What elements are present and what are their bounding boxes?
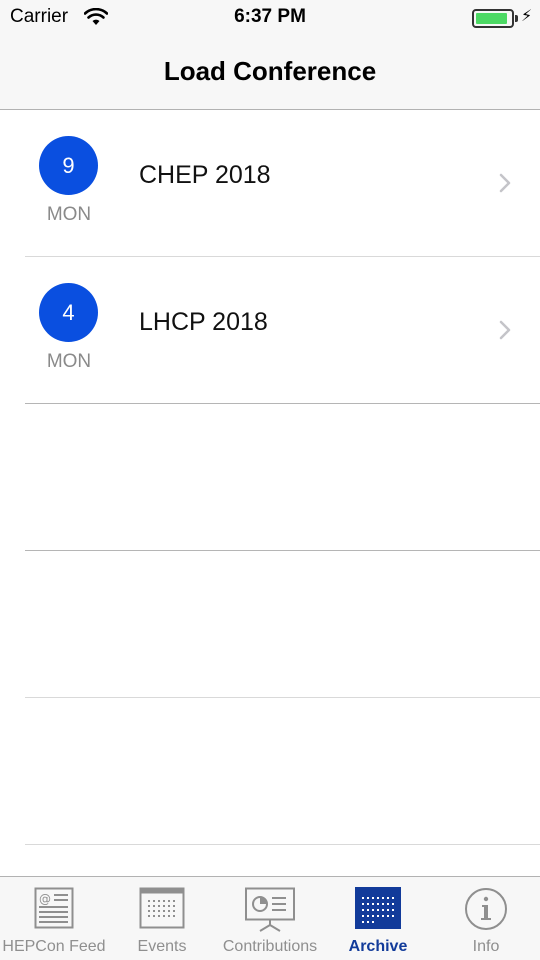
battery-icon: [472, 9, 514, 28]
empty-row: [0, 404, 540, 551]
navigation-bar: Load Conference: [0, 40, 540, 110]
tab-archive[interactable]: Archive: [324, 877, 432, 960]
info-icon: [465, 888, 507, 930]
tab-label: Archive: [348, 938, 408, 955]
date-badge: 4: [39, 283, 98, 342]
charging-bolt-icon: ⚡: [521, 8, 533, 25]
tab-label: HEPCon Feed: [2, 938, 106, 955]
archive-calendar-icon: [355, 887, 401, 929]
conference-row-lhcp[interactable]: 4 MON LHCP 2018: [0, 257, 540, 404]
status-bar: Carrier 6:37 PM ⚡: [0, 0, 540, 40]
tab-contributions[interactable]: Contributions: [216, 877, 324, 960]
conference-list[interactable]: 9 MON CHEP 2018 4 MON LHCP 2018: [0, 110, 540, 845]
tab-label: Contributions: [222, 938, 318, 955]
tab-events[interactable]: Events: [108, 877, 216, 960]
tab-info[interactable]: Info: [432, 877, 540, 960]
tab-label: Events: [137, 938, 187, 955]
status-time: 6:37 PM: [234, 6, 306, 27]
conference-name: LHCP 2018: [139, 308, 268, 336]
conference-row-chep[interactable]: 9 MON CHEP 2018: [0, 110, 540, 257]
battery-tip: [515, 15, 518, 22]
date-badge: 9: [39, 136, 98, 195]
chevron-right-icon: [499, 173, 511, 193]
battery-level: [476, 13, 507, 24]
weekday-label: MON: [46, 351, 92, 372]
empty-row: [0, 698, 540, 845]
svg-text:@: @: [39, 892, 51, 906]
calendar-icon: [139, 887, 185, 929]
chevron-right-icon: [499, 320, 511, 340]
weekday-label: MON: [46, 204, 92, 225]
page-title: Load Conference: [163, 56, 377, 86]
empty-row: [0, 551, 540, 698]
tab-label: Info: [472, 938, 500, 955]
newspaper-icon: @: [34, 887, 74, 929]
conference-name: CHEP 2018: [139, 161, 271, 189]
tab-hepcon-feed[interactable]: @ HEPCon Feed: [0, 877, 108, 960]
tab-bar: @ HEPCon Feed Events Contributions Archi…: [0, 876, 540, 960]
row-divider: [25, 844, 540, 845]
presentation-icon: [245, 887, 295, 932]
